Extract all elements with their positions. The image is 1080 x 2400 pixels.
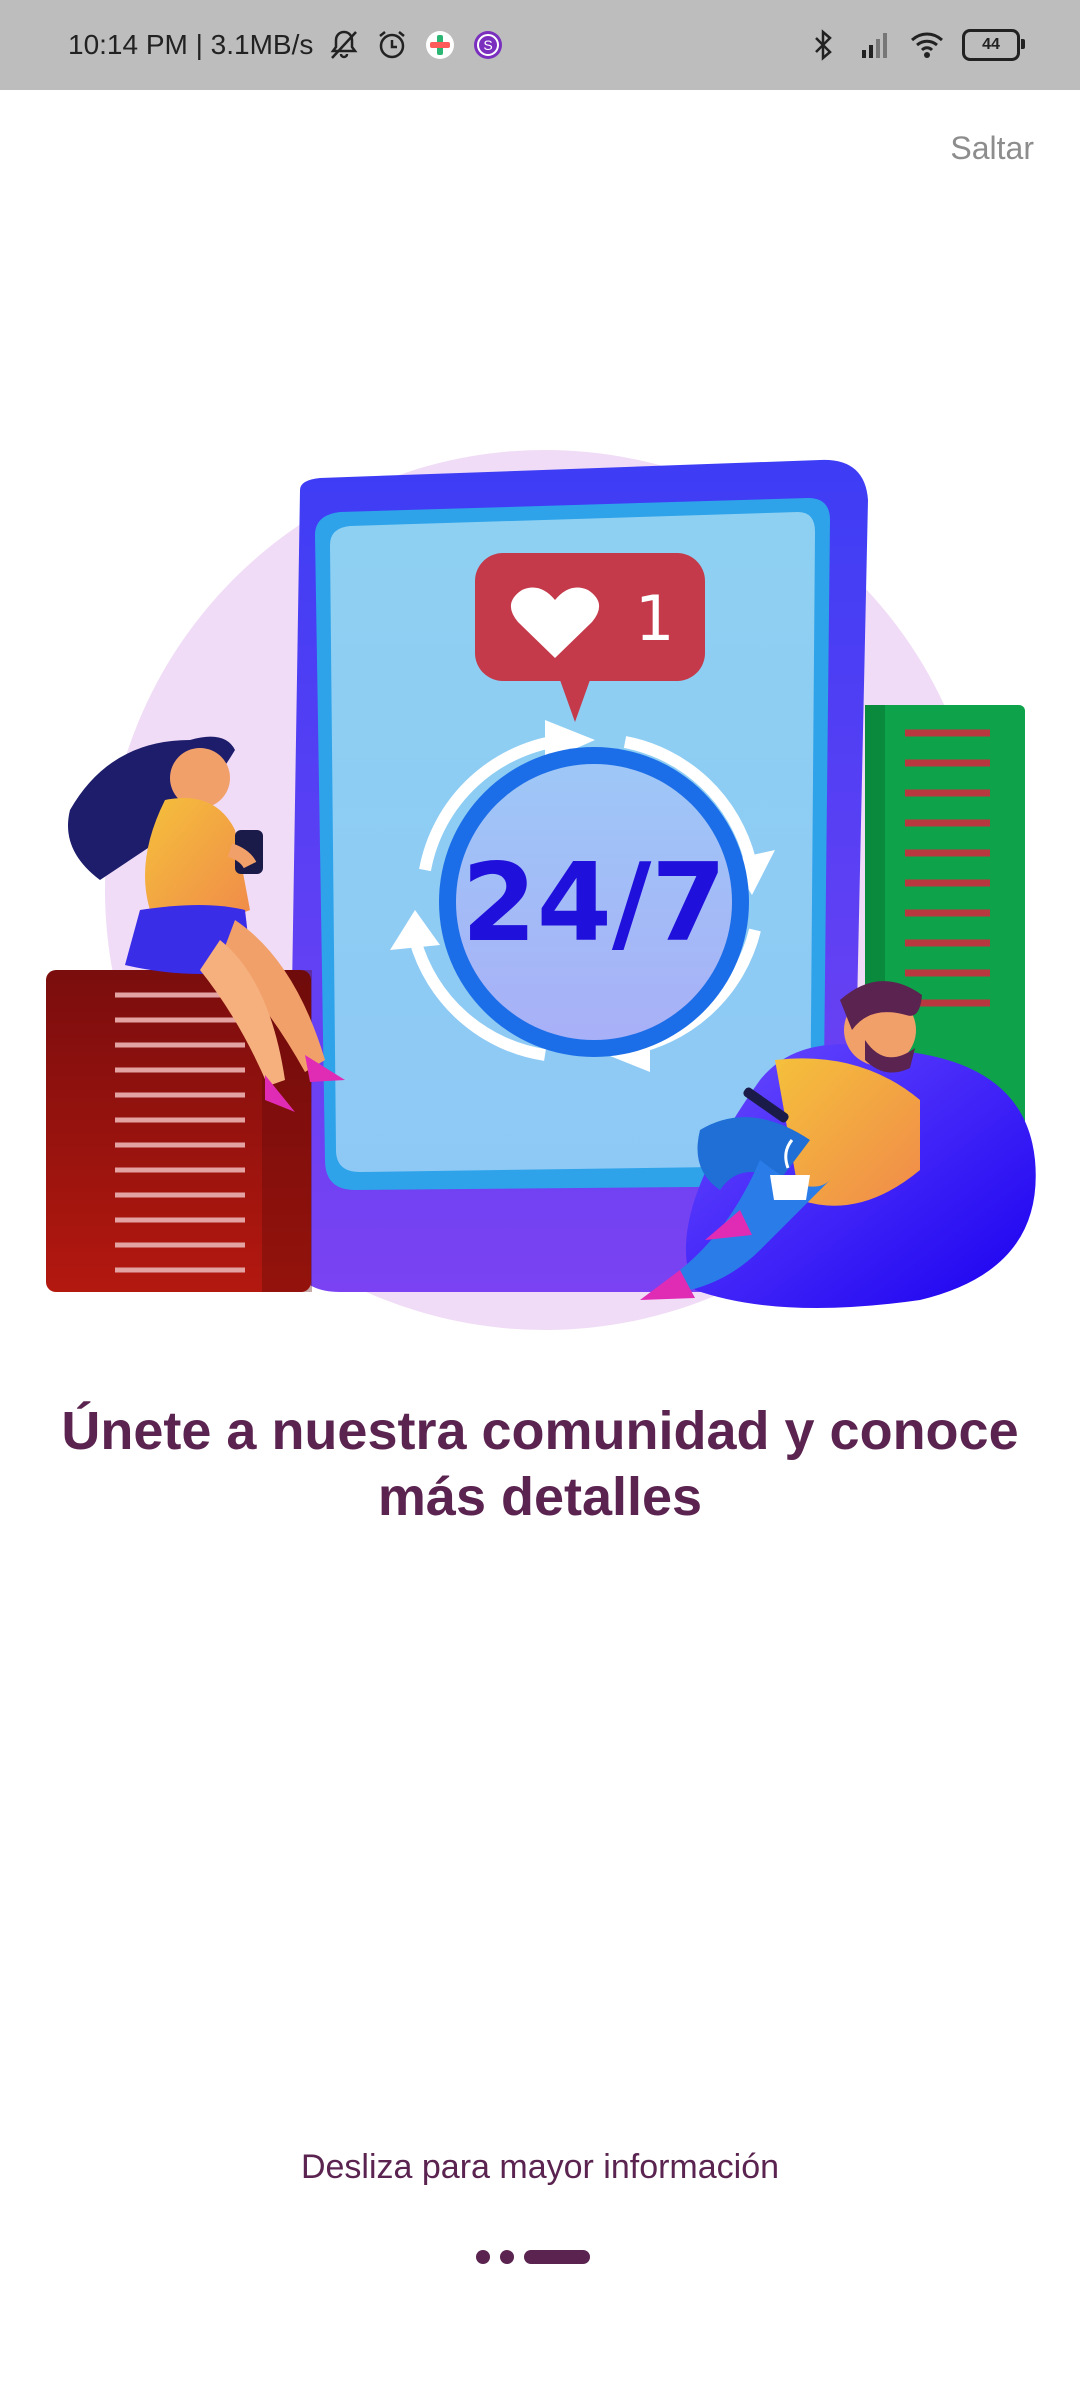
wifi-icon [911, 32, 943, 58]
bluetooth-icon [815, 29, 832, 61]
app-notification-icon [426, 31, 455, 59]
notifications-muted-icon [330, 30, 358, 59]
status-time: 10:14 PM | 3.1MB/s [68, 29, 314, 60]
page-dot-2[interactable] [500, 2250, 514, 2264]
skip-button[interactable]: Saltar [950, 130, 1034, 167]
battery-level: 44 [982, 36, 1000, 53]
swipe-hint: Desliza para mayor información [300, 2148, 780, 2186]
battery-icon: 44 [962, 29, 1025, 61]
alarm-icon [379, 31, 406, 59]
status-bar: 10:14 PM | 3.1MB/s S 44 [0, 0, 1080, 90]
page-dot-1[interactable] [476, 2250, 490, 2264]
onboarding-illustration: 1 24/7 [46, 450, 1036, 1330]
page-indicator[interactable] [476, 2250, 590, 2264]
svg-text:S: S [484, 37, 493, 53]
status-left: 10:14 PM | 3.1MB/s S [68, 0, 505, 90]
page-dot-3-active[interactable] [524, 2250, 590, 2264]
page-title: Únete a nuestra comunidad y conoce más d… [61, 1401, 1019, 1527]
availability-text: 24/7 [462, 841, 727, 966]
status-right: 44 [806, 0, 1025, 90]
app-s-icon: S [474, 31, 503, 59]
coffee-cup-icon [770, 1175, 810, 1200]
like-count: 1 [635, 582, 674, 655]
signal-icon [862, 33, 887, 58]
